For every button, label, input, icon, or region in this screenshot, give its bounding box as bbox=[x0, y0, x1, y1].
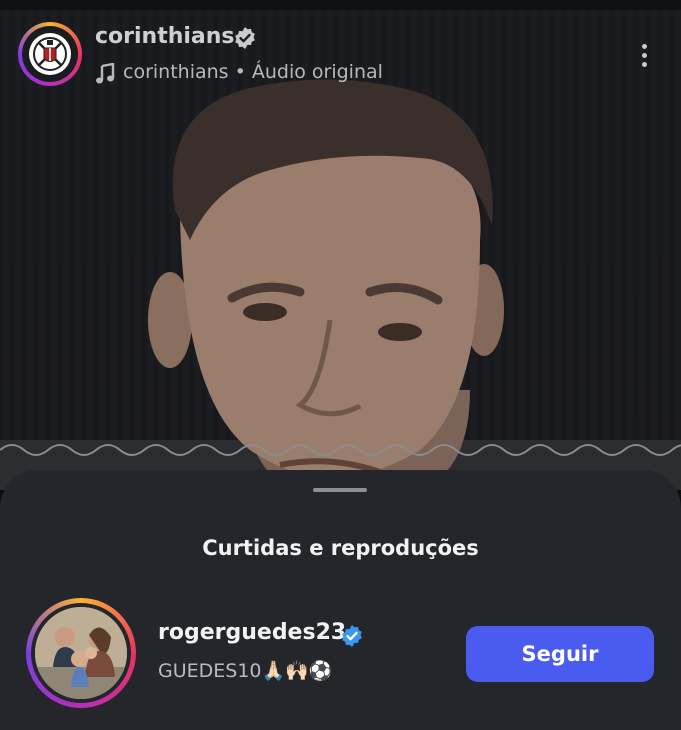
user-avatar[interactable] bbox=[26, 598, 136, 708]
account-name[interactable]: corinthians bbox=[95, 24, 235, 49]
user-bio: GUEDES10🙏🏻🙌🏻⚽ bbox=[158, 660, 333, 682]
verified-badge-icon bbox=[235, 27, 255, 49]
user-name[interactable]: rogerguedes23 bbox=[158, 620, 346, 645]
account-avatar[interactable] bbox=[18, 22, 82, 86]
corinthians-logo-icon bbox=[29, 33, 71, 75]
sheet-title: Curtidas e reproduções bbox=[202, 536, 479, 560]
reel-header: corinthians corinthians • Áudio original bbox=[0, 10, 681, 95]
follow-button[interactable]: Seguir bbox=[466, 626, 654, 682]
music-note-icon bbox=[96, 63, 115, 84]
verified-badge-icon bbox=[342, 625, 362, 647]
audio-author: corinthians bbox=[123, 61, 229, 83]
top-strip bbox=[0, 0, 681, 10]
sheet-drag-handle[interactable] bbox=[313, 488, 367, 492]
audio-separator: • bbox=[228, 61, 252, 83]
family-photo bbox=[35, 607, 127, 699]
audio-type: Áudio original bbox=[251, 61, 383, 83]
more-vertical-icon[interactable] bbox=[637, 40, 651, 80]
audio-label[interactable]: corinthians • Áudio original bbox=[123, 61, 383, 83]
